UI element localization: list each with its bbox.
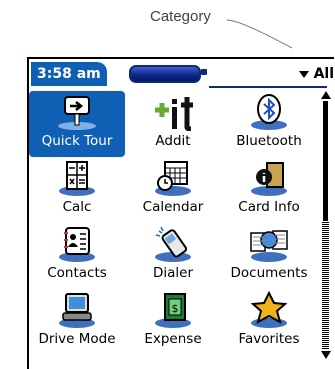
app-label: Documents — [230, 265, 308, 281]
contacts-icon — [59, 227, 95, 262]
app-label: Calendar — [142, 199, 204, 215]
drive-mode-icon — [59, 293, 95, 328]
svg-text:$: $ — [172, 302, 179, 315]
app-label: Calc — [62, 199, 92, 215]
favorites-icon — [250, 291, 288, 328]
scroll-thumb[interactable] — [323, 101, 328, 221]
vertical-scrollbar[interactable] — [320, 91, 332, 367]
app-label: Card Info — [238, 199, 300, 215]
app-drive-mode[interactable]: Drive Mode — [29, 289, 125, 355]
status-bar: 3:58 am All — [29, 59, 334, 89]
bluetooth-icon — [251, 94, 287, 130]
app-label: Dialer — [152, 265, 194, 281]
battery-gauge[interactable] — [129, 65, 201, 83]
title-underline — [209, 86, 327, 88]
documents-icon — [250, 230, 288, 262]
app-label: Expense — [144, 331, 202, 347]
app-dialer[interactable]: Dialer — [125, 223, 221, 289]
app-expense[interactable]: $ Expense — [125, 289, 221, 355]
app-label: Bluetooth — [236, 133, 302, 149]
addit-icon — [155, 97, 193, 131]
category-callout-label: Category — [150, 8, 211, 25]
app-calc[interactable]: Calc — [29, 157, 125, 223]
expense-icon: $ — [155, 293, 191, 328]
app-addit[interactable]: Addit — [125, 91, 221, 157]
scroll-track[interactable] — [322, 221, 329, 349]
app-quick-tour[interactable]: Quick Tour — [29, 91, 125, 157]
calendar-icon — [155, 161, 191, 196]
app-bluetooth[interactable]: Bluetooth — [221, 91, 317, 157]
app-label: Contacts — [47, 265, 107, 281]
dropdown-triangle-icon — [298, 70, 309, 78]
scroll-up-arrow-icon[interactable] — [321, 91, 331, 99]
clock-display[interactable]: 3:58 am — [31, 62, 107, 86]
app-contacts[interactable]: Contacts — [29, 223, 125, 289]
category-picker[interactable]: All — [298, 63, 334, 85]
category-value: All — [313, 66, 334, 82]
app-favorites[interactable]: Favorites — [221, 289, 317, 355]
app-label: Quick Tour — [41, 133, 113, 149]
app-label: Addit — [155, 133, 191, 149]
handheld-screen: 3:58 am All Quick Tour Addit Bluetooth C… — [27, 57, 334, 369]
app-documents[interactable]: Documents — [221, 223, 317, 289]
card-info-icon — [251, 162, 287, 196]
app-label: Favorites — [238, 331, 300, 347]
scroll-down-arrow-icon[interactable] — [321, 351, 331, 359]
battery-terminal — [201, 69, 207, 75]
quick-tour-icon — [58, 96, 96, 130]
dialer-icon — [155, 226, 191, 262]
calculator-icon — [59, 161, 95, 196]
app-calendar[interactable]: Calendar — [125, 157, 221, 223]
app-card-info[interactable]: Card Info — [221, 157, 317, 223]
app-label: Drive Mode — [38, 331, 116, 347]
